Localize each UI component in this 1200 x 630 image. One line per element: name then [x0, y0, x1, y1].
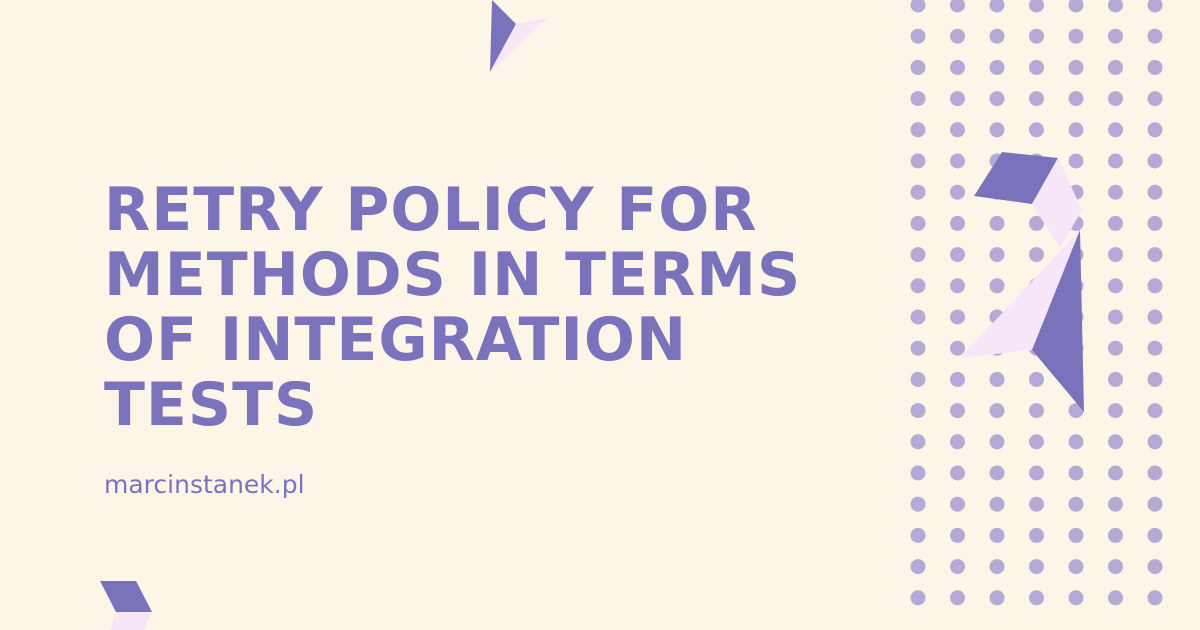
- title-line: METHODS IN TERMS: [104, 240, 802, 310]
- title-line: TESTS: [104, 370, 319, 440]
- site-url-link[interactable]: marcinstanek.pl: [104, 468, 305, 502]
- title-line: OF INTEGRATION: [104, 305, 688, 375]
- page-title: RETRY POLICY FOR METHODS IN TERMS OF INT…: [104, 178, 824, 438]
- title-line: RETRY POLICY FOR: [104, 175, 758, 245]
